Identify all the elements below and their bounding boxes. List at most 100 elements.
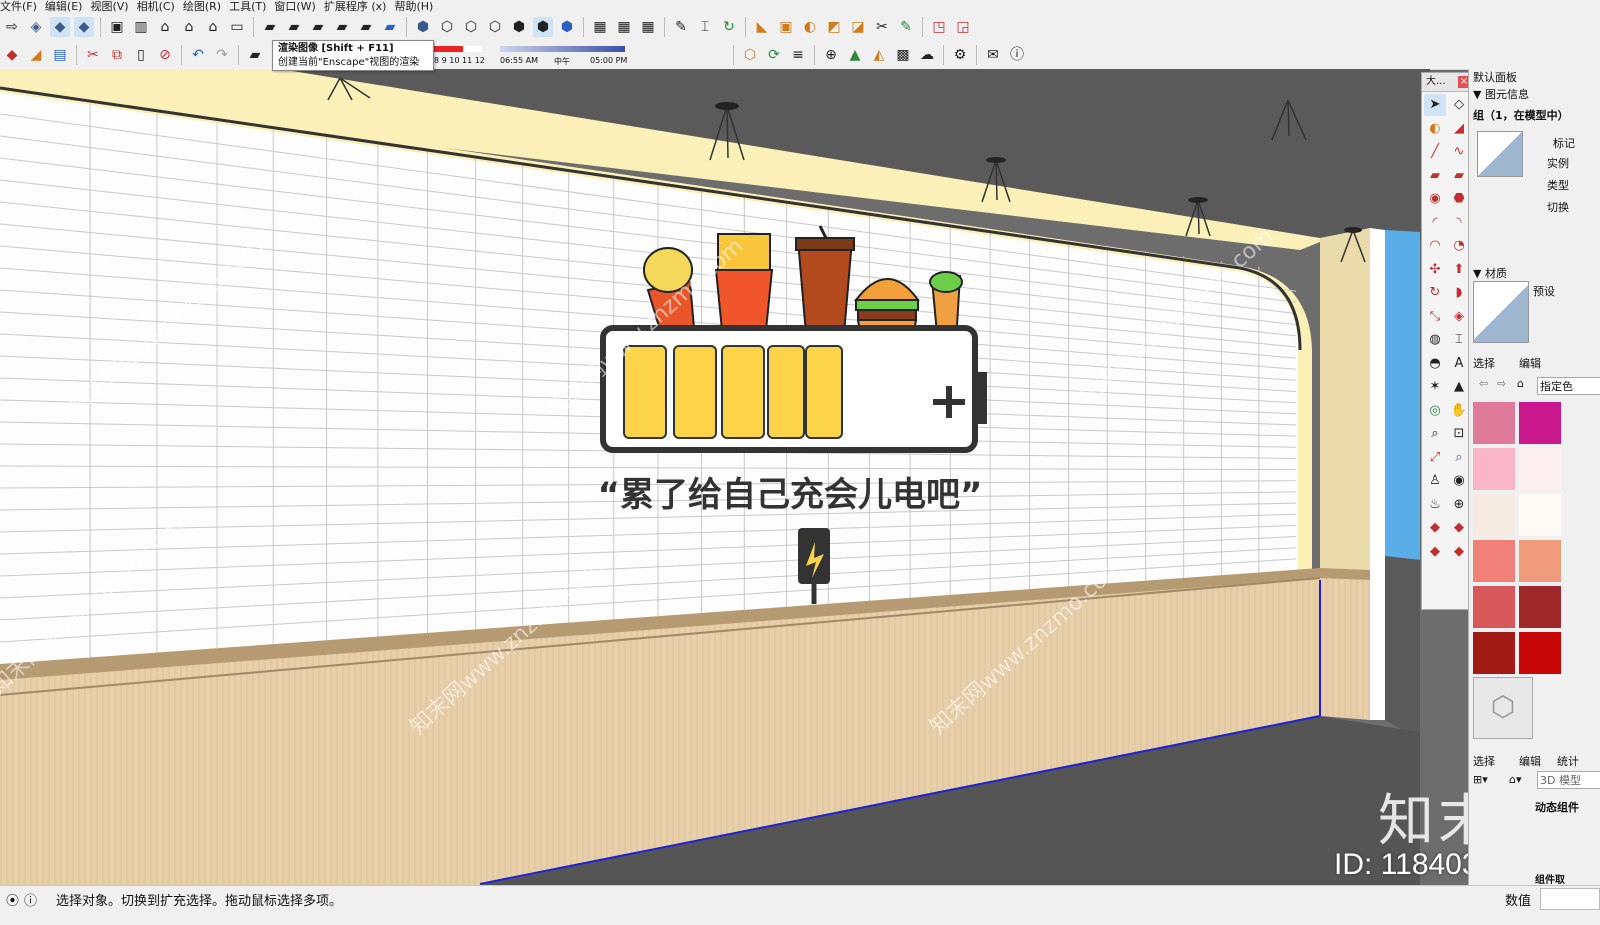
pushpull-tool-icon[interactable]: ⬆: [1448, 259, 1470, 281]
save-icon[interactable]: ▤: [50, 45, 70, 65]
delete-icon[interactable]: ⊘: [155, 45, 175, 65]
forward-icon[interactable]: ⇨: [1497, 377, 1506, 390]
box-icon[interactable]: ▣: [776, 17, 796, 37]
measurements-input[interactable]: [1540, 888, 1600, 910]
backedge-icon[interactable]: ▰: [308, 17, 328, 37]
open-icon[interactable]: ◢: [26, 45, 46, 65]
enscape-asset-icon[interactable]: ▲: [845, 45, 865, 65]
paint-bucket-icon[interactable]: ◐: [1424, 118, 1446, 140]
tab-edit[interactable]: 编辑: [1519, 355, 1541, 371]
material-swatch[interactable]: [1473, 540, 1515, 582]
enscape-material-icon[interactable]: ◭: [869, 45, 889, 65]
comp-tab-select[interactable]: 选择: [1473, 753, 1495, 769]
polygon-tool-icon[interactable]: ⬣: [1448, 188, 1470, 210]
style-mono-icon[interactable]: ⬢: [557, 17, 577, 37]
sandbox2-icon[interactable]: ◆: [1448, 517, 1470, 539]
enscape-checker-icon[interactable]: ▩: [893, 45, 913, 65]
section-display-icon[interactable]: ▦: [614, 17, 634, 37]
material-swatch[interactable]: [1519, 402, 1561, 444]
ruby-icon[interactable]: ◆: [2, 45, 22, 65]
back-icon[interactable]: ⇦: [1479, 377, 1488, 390]
enscape-sync-icon[interactable]: ⟳: [764, 45, 784, 65]
material-swatch[interactable]: [1519, 586, 1561, 628]
sandbox-icon[interactable]: ◆: [1424, 517, 1446, 539]
shadow-timebar[interactable]: 8 9 10 11 12 06:55 AM 中午 05:00 PM: [434, 44, 634, 66]
tool-palette-title[interactable]: 大... ×: [1422, 73, 1472, 92]
material-swatch[interactable]: [1519, 540, 1561, 582]
component-view-icon[interactable]: ◆: [74, 17, 94, 37]
look-around-icon[interactable]: ◉: [1448, 470, 1470, 492]
shaded-icon[interactable]: ▰: [380, 17, 400, 37]
undo-icon[interactable]: ↶: [188, 45, 208, 65]
comp-tab-stats[interactable]: 统计: [1557, 753, 1579, 769]
rotated-rect-icon[interactable]: ▰: [1448, 165, 1470, 187]
tape-tool-icon[interactable]: ◍: [1424, 329, 1446, 351]
hidden-line-icon[interactable]: ▰: [356, 17, 376, 37]
paste-icon[interactable]: ▯: [131, 45, 151, 65]
follow-me-icon[interactable]: ◪: [848, 17, 868, 37]
scale-tool-icon[interactable]: ⤡: [1424, 306, 1446, 328]
render-image-icon[interactable]: ▰: [260, 17, 280, 37]
arc3-tool-icon[interactable]: ◠: [1424, 235, 1446, 257]
followme-tool-icon[interactable]: ◗: [1448, 282, 1470, 304]
menu-view[interactable]: 视图(V): [90, 0, 136, 13]
menu-tools[interactable]: 工具(T): [229, 0, 274, 13]
iso-view-icon[interactable]: ▣: [107, 17, 127, 37]
component-icon[interactable]: ◈: [26, 17, 46, 37]
select-arrow-icon[interactable]: ⇨: [2, 17, 22, 37]
enscape-views-icon[interactable]: ≡: [788, 45, 808, 65]
orbit-tool-icon[interactable]: ◎: [1424, 400, 1446, 422]
instructor-icon[interactable]: ⓘ: [24, 890, 37, 909]
view-options-icon[interactable]: ⊞▾: [1473, 773, 1488, 786]
enscape-cloud-icon[interactable]: ☁: [917, 45, 937, 65]
top-view-icon[interactable]: ▥: [131, 17, 151, 37]
3dtext-icon[interactable]: ▲: [1448, 376, 1470, 398]
info-icon[interactable]: ⓘ: [1007, 45, 1027, 65]
zoom-extents-icon[interactable]: ⤢: [1424, 447, 1446, 469]
grip-alt-icon[interactable]: ◲: [953, 17, 973, 37]
menu-file[interactable]: 文件(F): [0, 0, 45, 13]
redo-icon[interactable]: ↷: [212, 45, 232, 65]
menu-window[interactable]: 窗口(W): [274, 0, 323, 13]
scissors-icon[interactable]: ✂: [872, 17, 892, 37]
material-swatch[interactable]: [1473, 586, 1515, 628]
eraser-icon[interactable]: ◢: [1448, 118, 1470, 140]
circle-tool-icon[interactable]: ◉: [1424, 188, 1446, 210]
arc-tool-icon[interactable]: ◜: [1424, 212, 1446, 234]
line-tool-icon[interactable]: ╱: [1424, 141, 1446, 163]
pan-tool-icon[interactable]: ✋: [1448, 400, 1470, 422]
entity-info-header[interactable]: ▼ 图元信息: [1473, 86, 1529, 102]
pushpull-icon[interactable]: ◩: [824, 17, 844, 37]
front-view-icon[interactable]: ⌂: [155, 17, 175, 37]
material-swatch[interactable]: [1473, 448, 1515, 490]
menu-help[interactable]: 帮助(H): [394, 0, 441, 13]
paint-icon[interactable]: ◣: [752, 17, 772, 37]
axes-tool-icon[interactable]: ✶: [1424, 376, 1446, 398]
menu-camera[interactable]: 相机(C): [137, 0, 183, 13]
material-swatch[interactable]: [1473, 402, 1515, 444]
feedback-icon[interactable]: ✉: [983, 45, 1003, 65]
zoom-tool-icon[interactable]: ⌕: [1424, 423, 1446, 445]
pie-tool-icon[interactable]: ◔: [1448, 235, 1470, 257]
comp-tab-edit[interactable]: 编辑: [1519, 753, 1541, 769]
style-wire-icon[interactable]: ⬡: [461, 17, 481, 37]
dimension-tool-icon[interactable]: ⌶: [1448, 329, 1470, 351]
material-swatch[interactable]: [1519, 494, 1561, 536]
text-tool-icon[interactable]: A: [1448, 353, 1470, 375]
home-icon[interactable]: ⌂: [1517, 377, 1524, 390]
geo-location-icon[interactable]: ⦿: [6, 890, 19, 909]
extension-warehouse-icon[interactable]: ◆: [1448, 541, 1470, 563]
select-tool-icon[interactable]: ➤: [1424, 94, 1446, 116]
back-view-icon[interactable]: ⌂: [203, 17, 223, 37]
style-texture-icon[interactable]: ⬢: [533, 17, 553, 37]
make-component-icon[interactable]: ◇: [1448, 94, 1470, 116]
enscape-start-icon[interactable]: ⬡: [740, 45, 760, 65]
right-view-icon[interactable]: ⌂: [179, 17, 199, 37]
xray-icon[interactable]: ▰: [284, 17, 304, 37]
grip-icon[interactable]: ◳: [929, 17, 949, 37]
enscape-add-icon[interactable]: ⊕: [821, 45, 841, 65]
move-tool-icon[interactable]: ✣: [1424, 259, 1446, 281]
materials-header[interactable]: ▼ 材质: [1473, 265, 1507, 281]
warehouse-icon[interactable]: ◆: [1424, 541, 1446, 563]
style-back-icon[interactable]: ⬡: [437, 17, 457, 37]
